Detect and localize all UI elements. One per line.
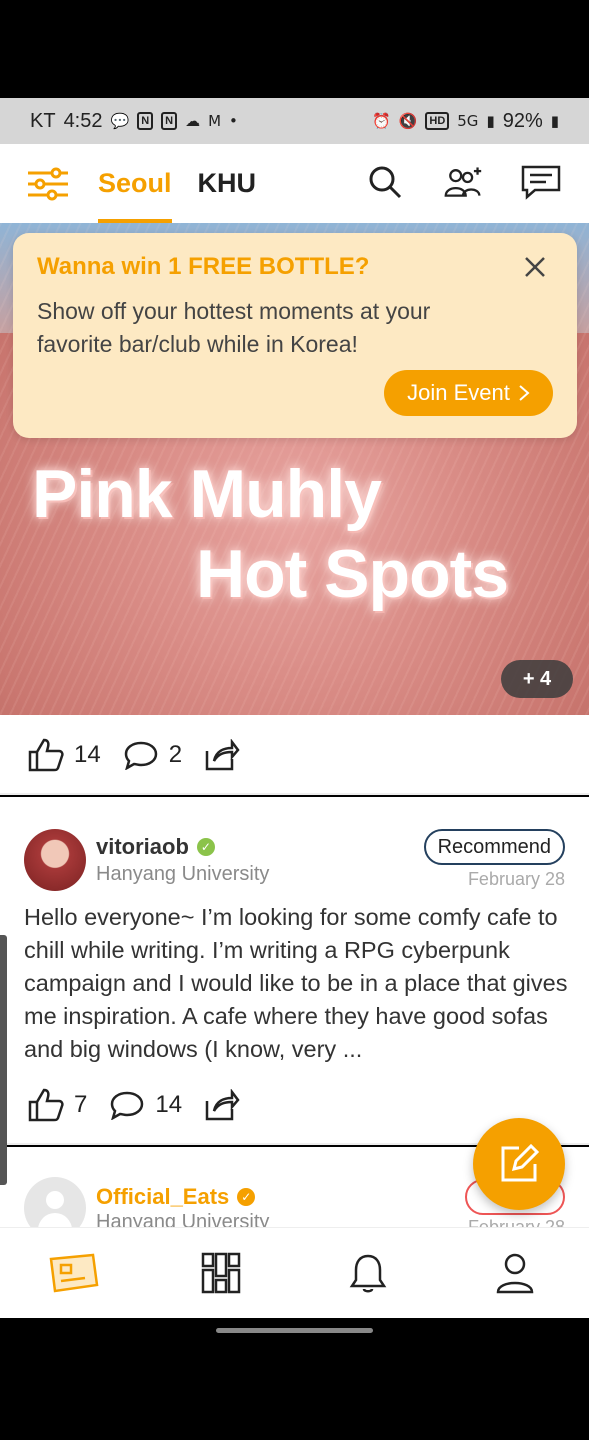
first-post-actions: 14 2	[0, 715, 589, 795]
alarm-icon: ⏰	[372, 112, 391, 130]
author-row: vitoriaob ✓	[96, 834, 215, 860]
comment-count: 2	[168, 741, 183, 768]
n-icon: N	[161, 112, 178, 130]
edit-icon	[501, 1143, 540, 1182]
avatar[interactable]	[24, 829, 86, 891]
mute-icon: 🔇	[398, 112, 418, 130]
join-event-label: Join Event	[407, 380, 510, 405]
share-icon[interactable]	[204, 737, 240, 773]
dot-icon: •	[229, 112, 238, 130]
like-icon[interactable]	[28, 1087, 64, 1123]
add-friend-icon[interactable]	[443, 162, 483, 202]
system-gesture-area	[0, 1318, 589, 1440]
author-university: Hanyang University	[96, 863, 270, 885]
post-actions: 7 14	[0, 1065, 240, 1145]
profile-icon	[497, 1253, 534, 1294]
recommend-badge: Recommend	[423, 829, 565, 865]
avatar[interactable]	[24, 1177, 86, 1227]
header-actions	[365, 162, 561, 202]
comment-count: 14	[155, 1091, 183, 1118]
filter-icon[interactable]	[26, 164, 72, 204]
comment-icon[interactable]	[109, 1087, 145, 1123]
author-row: Official_Eats ✓	[96, 1184, 256, 1210]
event-popup: Wanna win 1 FREE BOTTLE? Show off your h…	[13, 233, 577, 438]
scrollbar[interactable]	[0, 935, 7, 1185]
tab-seoul[interactable]: Seoul	[98, 144, 172, 223]
verified-icon: ✓	[196, 838, 215, 856]
post-text[interactable]: Hello everyone~ I’m looking for some com…	[24, 901, 569, 1066]
status-left: KT 4:52 💬 N N ☁ M •	[30, 110, 238, 133]
carrier-label: KT	[30, 109, 56, 132]
nav-profile[interactable]	[485, 1248, 545, 1298]
status-bar: KT 4:52 💬 N N ☁ M • ⏰ 🔇 HD 5G ▮ 92% ▮	[0, 98, 589, 144]
mail-icon: M	[208, 112, 222, 130]
popup-body: Show off your hottest moments at your fa…	[37, 298, 431, 357]
author-name[interactable]: vitoriaob	[96, 834, 189, 860]
battery-icon: ▮	[550, 112, 559, 130]
nav-boards[interactable]	[191, 1248, 251, 1298]
author-university: Hanyang University	[96, 1211, 270, 1227]
5g-icon: 5G	[457, 112, 479, 130]
time-label: 4:52	[63, 109, 103, 132]
chevron-right-icon	[519, 385, 530, 401]
top-black-bar	[0, 0, 589, 98]
signal-icon: ▮	[486, 112, 495, 130]
hd-icon: HD	[425, 112, 450, 130]
like-icon[interactable]	[28, 737, 64, 773]
search-icon[interactable]	[365, 162, 405, 202]
more-images-badge[interactable]: + 4	[501, 660, 573, 698]
like-count: 7	[74, 1091, 88, 1118]
status-right: ⏰ 🔇 HD 5G ▮ 92% ▮	[372, 110, 559, 133]
messages-icon[interactable]	[521, 162, 561, 202]
battery-label: 92%	[502, 109, 543, 132]
tab-khu[interactable]: KHU	[198, 144, 257, 223]
nav-notifications[interactable]	[338, 1248, 398, 1298]
nav-home[interactable]	[44, 1248, 104, 1298]
banner-title-line1: Pink Muhly	[32, 456, 382, 532]
share-icon[interactable]	[204, 1087, 240, 1123]
write-post-button[interactable]	[473, 1118, 565, 1210]
weather-icon: ☁	[185, 112, 201, 130]
popup-title: Wanna win 1 FREE BOTTLE?	[37, 253, 370, 280]
author-name[interactable]: Official_Eats	[96, 1184, 229, 1210]
grid-icon	[201, 1252, 241, 1294]
card-icon	[49, 1253, 99, 1293]
talk-icon: 💬	[110, 112, 130, 130]
app-header: Seoul KHU	[0, 144, 589, 223]
post-date: February 28	[467, 869, 565, 889]
home-gesture-bar[interactable]	[216, 1328, 373, 1333]
join-event-button[interactable]: Join Event	[384, 370, 553, 416]
comment-icon[interactable]	[123, 737, 159, 773]
verified-icon: ✓	[237, 1188, 256, 1206]
n-icon: N	[137, 112, 154, 130]
post-card[interactable]: vitoriaob ✓ Hanyang University Recommend…	[0, 797, 589, 1145]
bottom-navigation	[0, 1227, 589, 1318]
banner-title-line2: Hot Spots	[196, 536, 509, 612]
post-date: February 28	[467, 1217, 565, 1227]
bell-icon	[349, 1254, 387, 1293]
like-count: 14	[74, 741, 101, 768]
close-icon[interactable]	[523, 255, 547, 279]
